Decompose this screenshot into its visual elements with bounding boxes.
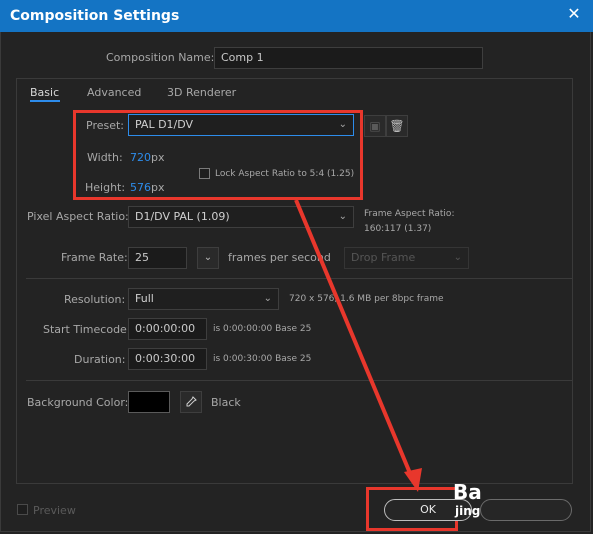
watermark-logo: Ba — [453, 480, 482, 504]
watermark-text: jing — [455, 504, 481, 518]
annotation-arrow — [294, 199, 422, 492]
